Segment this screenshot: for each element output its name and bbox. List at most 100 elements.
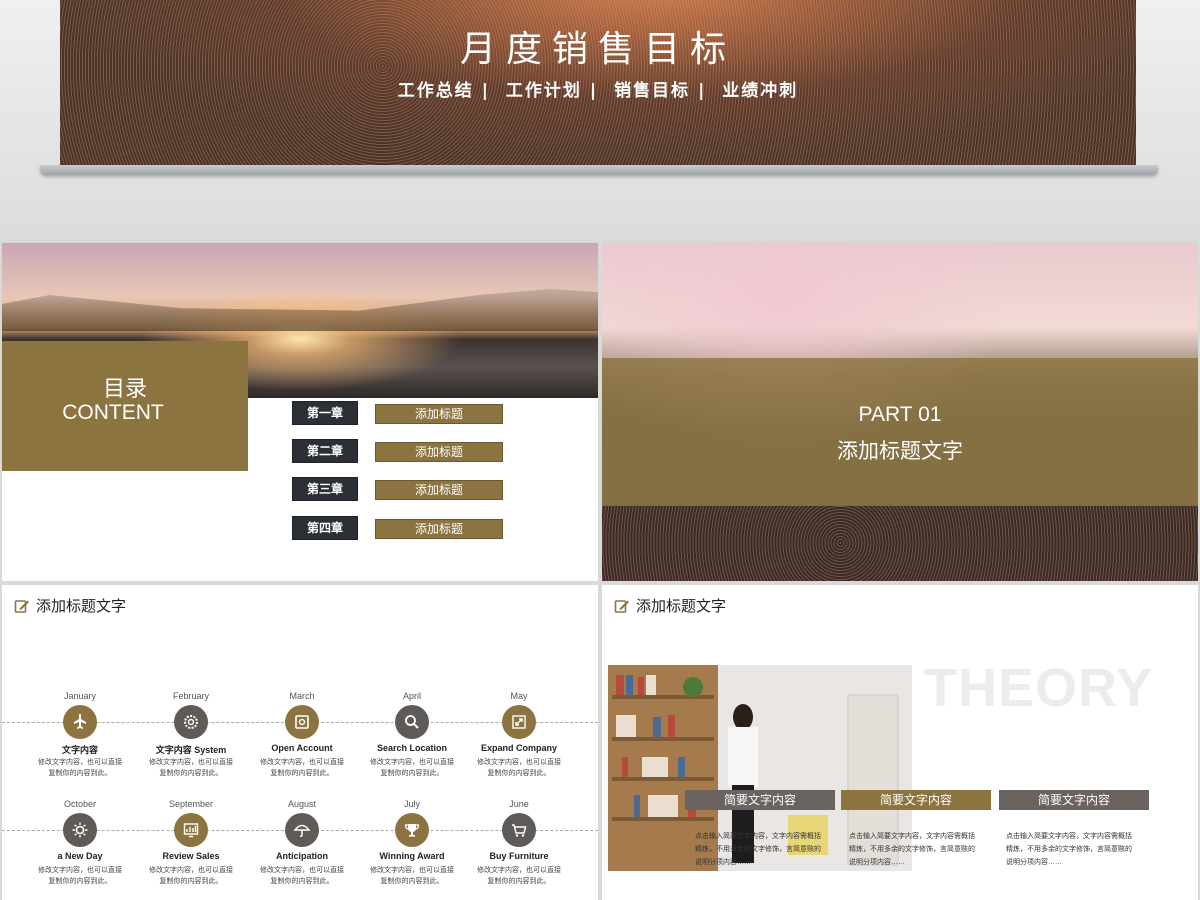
- edit-icon: [14, 598, 30, 614]
- timeline-month: May: [510, 691, 528, 701]
- timeline-desc: 修改文字内容，也可以直接 复制你的内容到此。: [26, 757, 134, 779]
- timeline-icon-circle: [63, 705, 97, 739]
- toc-item-title: 添加标题: [375, 404, 503, 424]
- toc-item-title: 添加标题: [375, 442, 503, 462]
- slide-header-title: 添加标题文字: [36, 598, 127, 615]
- airplane-icon: [74, 714, 86, 729]
- desc-line: 说明分项内容……: [695, 859, 751, 866]
- timeline-month: August: [287, 799, 317, 809]
- timeline-icon-circle: [174, 813, 208, 847]
- timeline-month: October: [63, 799, 96, 809]
- hero-road-image: 月度销售目标 工作总结 | 工作计划 | 销售目标 | 业绩冲刺: [60, 0, 1136, 165]
- part-title: 添加标题文字: [837, 440, 963, 463]
- desc-line: 精炼，不用多余的文字修饰，言简意赅的: [849, 846, 975, 853]
- toc-title: 目录: [102, 376, 147, 401]
- slide-part-01[interactable]: PART 01 添加标题文字: [602, 243, 1198, 581]
- slide-timeline[interactable]: 添加标题文字 January 文字内容 修改文字内容，也可以直接 复制你的内容到此。 F…: [2, 585, 598, 900]
- timeline-month: April: [402, 691, 421, 701]
- column-tag: 简要文字内容: [841, 790, 991, 810]
- part-title-band: [602, 358, 1198, 506]
- part-number: PART 01: [858, 403, 942, 426]
- slide-theory[interactable]: 添加标题文字 THEORY 简要文字内容 简要文字内容 简要文字内容 点击输入简…: [602, 585, 1198, 900]
- timeline-desc: 修改文字内容，也可以直接 复制你的内容到此。: [248, 865, 356, 887]
- desc-line: 修改文字内容，也可以直接: [477, 867, 561, 874]
- expand-icon: [512, 715, 526, 729]
- desc-line: 修改文字内容，也可以直接: [38, 867, 122, 874]
- search-icon: [405, 715, 419, 729]
- desc-line: 说明分项内容……: [849, 859, 905, 866]
- timeline-desc: 修改文字内容，也可以直接 复制你的内容到此。: [137, 865, 245, 887]
- subtitle-separator: |: [698, 81, 707, 101]
- timeline-icon-circle: [395, 813, 429, 847]
- toc-chapter: 第四章: [292, 516, 358, 540]
- timeline-item[interactable]: October a New Day 修改文字内容，也可以直接 复制你的内容到此。: [26, 799, 134, 887]
- timeline-name: a New Day: [57, 851, 103, 861]
- subtitle-separator: |: [589, 81, 599, 101]
- sun-icon: [72, 822, 88, 838]
- desc-line: 复制你的内容到此。: [270, 878, 334, 885]
- timeline-name: 文字内容: [61, 745, 98, 755]
- timeline-icon-circle: [63, 813, 97, 847]
- toc-chapter: 第二章: [292, 439, 358, 463]
- top-banner: 月度销售目标 工作总结 | 工作计划 | 销售目标 | 业绩冲刺: [0, 0, 1200, 240]
- desc-line: 点击输入简要文字内容，文字内容需概括: [695, 833, 821, 840]
- timeline-name: Anticipation: [276, 851, 328, 861]
- timeline-name: Buy Furniture: [489, 851, 549, 861]
- timeline-item[interactable]: September Review Sales 修改文字内容，也可以直接 复制你的内容到…: [137, 799, 245, 887]
- column-desc: 点击输入简要文字内容，文字内容需概括 精炼，不用多余的文字修饰，言简意赅的 说明…: [1006, 830, 1152, 869]
- desc-line: 复制你的内容到此。: [380, 878, 444, 885]
- toc-chapter: 第三章: [292, 477, 358, 501]
- timeline-item[interactable]: May Expand Company 修改文字内容，也可以直接 复制你的内容到此。: [465, 691, 573, 779]
- desc-line: 点击输入简要文字内容，文字内容需概括: [849, 833, 975, 840]
- desc-line: 复制你的内容到此。: [48, 770, 112, 777]
- column-tag: 简要文字内容: [999, 790, 1149, 810]
- timeline-item[interactable]: August Anticipation 修改文字内容，也可以直接 复制你的内容到此。: [248, 799, 356, 887]
- timeline-desc: 修改文字内容，也可以直接 复制你的内容到此。: [248, 757, 356, 779]
- desc-line: 精炼，不用多余的文字修饰，言简意赅的: [1006, 846, 1132, 853]
- desc-line: 修改文字内容，也可以直接: [370, 759, 454, 766]
- timeline-desc: 修改文字内容，也可以直接 复制你的内容到此。: [26, 865, 134, 887]
- timeline-desc: 修改文字内容，也可以直接 复制你的内容到此。: [465, 865, 573, 887]
- desc-line: 点击输入简要文字内容，文字内容需概括: [1006, 833, 1132, 840]
- timeline-item[interactable]: January 文字内容 修改文字内容，也可以直接 复制你的内容到此。: [26, 691, 134, 779]
- column-tag: 简要文字内容: [685, 790, 835, 810]
- subtitle-item: 业绩冲刺: [722, 81, 799, 101]
- timeline-icon-circle: [395, 705, 429, 739]
- monitor-chart-icon: [183, 823, 199, 838]
- toc-chapter: 第一章: [292, 401, 358, 425]
- timeline-month: September: [168, 799, 214, 809]
- desc-line: 复制你的内容到此。: [159, 770, 223, 777]
- timeline-month: February: [172, 691, 209, 701]
- timeline-desc: 修改文字内容，也可以直接 复制你的内容到此。: [358, 757, 466, 779]
- timeline-icon-circle: [502, 705, 536, 739]
- toc-item-title: 添加标题: [375, 480, 503, 500]
- slide-toc[interactable]: 目录 CONTENT 第一章 添加标题 第二章 添加标题 第三章 添加标题 第四…: [2, 243, 598, 581]
- desc-line: 复制你的内容到此。: [487, 770, 551, 777]
- timeline-item[interactable]: June Buy Furniture 修改文字内容，也可以直接 复制你的内容到此。: [465, 799, 573, 887]
- column-desc: 点击输入简要文字内容，文字内容需概括 精炼，不用多余的文字修饰，言简意赅的 说明…: [849, 830, 995, 869]
- safe-icon: [295, 715, 309, 729]
- timeline-item[interactable]: July Winning Award 修改文字内容，也可以直接 复制你的内容到此。: [358, 799, 466, 887]
- timeline-item[interactable]: February 文字内容 System 修改文字内容，也可以直接 复制你的内容到此。: [137, 691, 245, 779]
- timeline-name: Expand Company: [480, 743, 557, 753]
- column-desc: 点击输入简要文字内容，文字内容需概括 精炼，不用多余的文字修饰，言简意赅的 说明…: [695, 830, 841, 869]
- desc-line: 复制你的内容到此。: [48, 878, 112, 885]
- desc-line: 修改文字内容，也可以直接: [370, 867, 454, 874]
- watermark-text: THEORY: [924, 658, 1154, 718]
- desc-line: 修改文字内容，也可以直接: [260, 867, 344, 874]
- desc-line: 复制你的内容到此。: [159, 878, 223, 885]
- desc-line: 精炼，不用多余的文字修饰，言简意赅的: [695, 846, 821, 853]
- trophy-icon: [404, 824, 420, 837]
- subtitle-separator: |: [481, 81, 490, 101]
- timeline-item[interactable]: April Search Location 修改文字内容，也可以直接 复制你的内容到此…: [358, 691, 466, 779]
- timeline-month: July: [403, 799, 420, 809]
- display-shelf: [40, 165, 1158, 175]
- toc-subtitle: CONTENT: [62, 401, 164, 424]
- desc-line: 修改文字内容，也可以直接: [38, 759, 122, 766]
- slide-header: 添加标题文字: [14, 595, 126, 616]
- timeline-item[interactable]: March Open Account 修改文字内容，也可以直接 复制你的内容到此。: [248, 691, 356, 779]
- umbrella-icon: [293, 824, 311, 838]
- timeline-icon-circle: [174, 705, 208, 739]
- timeline-name: Open Account: [271, 743, 333, 753]
- timeline-icon-circle: [285, 705, 319, 739]
